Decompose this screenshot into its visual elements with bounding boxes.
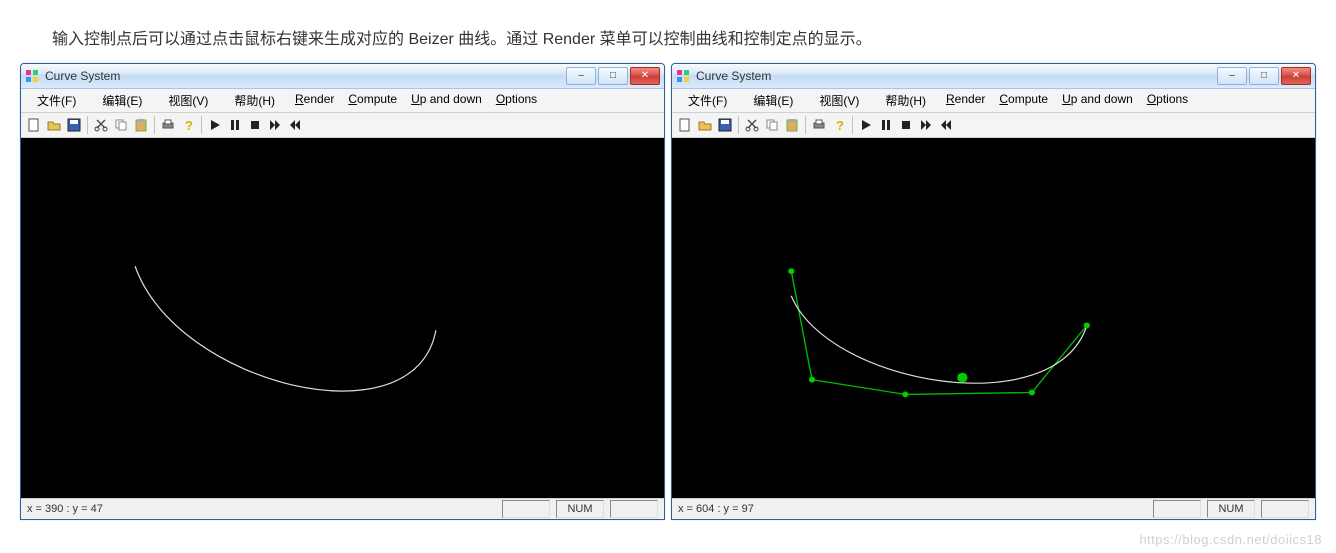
open-icon[interactable] [696, 116, 714, 134]
menu-help[interactable]: 帮助(H) [222, 91, 287, 110]
canvas-left[interactable] [21, 138, 664, 498]
copy-icon[interactable] [112, 116, 130, 134]
toolbar-separator [87, 116, 88, 134]
menu-bar: 文件(F) 编辑(E) 视图(V) 帮助(H) Render Compute U… [21, 89, 664, 113]
window-title: Curve System [45, 69, 120, 83]
paste-icon[interactable] [783, 116, 801, 134]
menu-compute[interactable]: Compute [993, 91, 1054, 110]
play-icon[interactable] [857, 116, 875, 134]
rewind-icon[interactable] [937, 116, 955, 134]
app-window-left: Curve System – □ ✕ 文件(F) 编辑(E) 视图(V) 帮助(… [20, 63, 665, 520]
window-controls: – □ ✕ [1217, 67, 1311, 85]
status-bar: x = 390 : y = 47 NUM [21, 498, 664, 519]
copy-icon[interactable] [763, 116, 781, 134]
toolbar-separator [738, 116, 739, 134]
close-button[interactable]: ✕ [1281, 67, 1311, 85]
status-bar: x = 604 : y = 97 NUM [672, 498, 1315, 519]
new-icon[interactable] [676, 116, 694, 134]
menu-bar: 文件(F) 编辑(E) 视图(V) 帮助(H) Render Compute U… [672, 89, 1315, 113]
status-blank2 [610, 500, 658, 518]
stop-icon[interactable] [897, 116, 915, 134]
menu-file[interactable]: 文件(F) [25, 91, 88, 110]
control-point[interactable] [788, 268, 794, 274]
about-icon[interactable]: ? [179, 116, 197, 134]
save-icon[interactable] [65, 116, 83, 134]
toolbar-separator [201, 116, 202, 134]
minimize-button[interactable]: – [1217, 67, 1247, 85]
save-icon[interactable] [716, 116, 734, 134]
toolbar: ? [672, 113, 1315, 138]
menu-updown[interactable]: Up and down [1056, 91, 1139, 110]
maximize-button[interactable]: □ [1249, 67, 1279, 85]
minimize-button[interactable]: – [566, 67, 596, 85]
watermark: https://blog.csdn.net/doiics18 [1139, 532, 1322, 547]
status-blank [1153, 500, 1201, 518]
menu-options[interactable]: Options [1141, 91, 1194, 110]
menu-compute[interactable]: Compute [342, 91, 403, 110]
titlebar: Curve System – □ ✕ [672, 64, 1315, 89]
play-icon[interactable] [206, 116, 224, 134]
menu-edit[interactable]: 编辑(E) [90, 91, 154, 110]
status-coords: x = 390 : y = 47 [27, 503, 103, 515]
paste-icon[interactable] [132, 116, 150, 134]
toolbar: ? [21, 113, 664, 138]
control-point[interactable] [902, 391, 908, 397]
menu-view[interactable]: 视图(V) [156, 91, 220, 110]
svg-text:?: ? [185, 118, 193, 132]
toolbar-separator [154, 116, 155, 134]
new-icon[interactable] [25, 116, 43, 134]
maximize-button[interactable]: □ [598, 67, 628, 85]
intro-paragraph: 输入控制点后可以通过点击鼠标右键来生成对应的 Beizer 曲线。通过 Rend… [20, 26, 1316, 55]
status-num: NUM [556, 500, 604, 518]
status-blank2 [1261, 500, 1309, 518]
rewind-icon[interactable] [286, 116, 304, 134]
status-num: NUM [1207, 500, 1255, 518]
pause-icon[interactable] [877, 116, 895, 134]
menu-file[interactable]: 文件(F) [676, 91, 739, 110]
menu-updown[interactable]: Up and down [405, 91, 488, 110]
close-button[interactable]: ✕ [630, 67, 660, 85]
pause-icon[interactable] [226, 116, 244, 134]
svg-text:?: ? [836, 118, 844, 132]
open-icon[interactable] [45, 116, 63, 134]
cut-icon[interactable] [92, 116, 110, 134]
titlebar: Curve System – □ ✕ [21, 64, 664, 89]
menu-render[interactable]: Render [940, 91, 991, 110]
toolbar-separator [852, 116, 853, 134]
menu-options[interactable]: Options [490, 91, 543, 110]
cut-icon[interactable] [743, 116, 761, 134]
app-icon [676, 69, 690, 83]
stop-icon[interactable] [246, 116, 264, 134]
fast-forward-icon[interactable] [266, 116, 284, 134]
control-point[interactable] [1084, 322, 1090, 328]
window-controls: – □ ✕ [566, 67, 660, 85]
print-icon[interactable] [810, 116, 828, 134]
control-point[interactable] [809, 376, 815, 382]
about-icon[interactable]: ? [830, 116, 848, 134]
menu-render[interactable]: Render [289, 91, 340, 110]
print-icon[interactable] [159, 116, 177, 134]
menu-help[interactable]: 帮助(H) [873, 91, 938, 110]
window-title: Curve System [696, 69, 771, 83]
app-icon [25, 69, 39, 83]
menu-edit[interactable]: 编辑(E) [741, 91, 805, 110]
status-coords: x = 604 : y = 97 [678, 503, 754, 515]
status-blank [502, 500, 550, 518]
menu-view[interactable]: 视图(V) [807, 91, 871, 110]
control-point[interactable] [957, 373, 967, 383]
toolbar-separator [805, 116, 806, 134]
canvas-right[interactable] [672, 138, 1315, 498]
control-point[interactable] [1029, 389, 1035, 395]
windows-row: Curve System – □ ✕ 文件(F) 编辑(E) 视图(V) 帮助(… [20, 63, 1316, 520]
fast-forward-icon[interactable] [917, 116, 935, 134]
app-window-right: Curve System – □ ✕ 文件(F) 编辑(E) 视图(V) 帮助(… [671, 63, 1316, 520]
